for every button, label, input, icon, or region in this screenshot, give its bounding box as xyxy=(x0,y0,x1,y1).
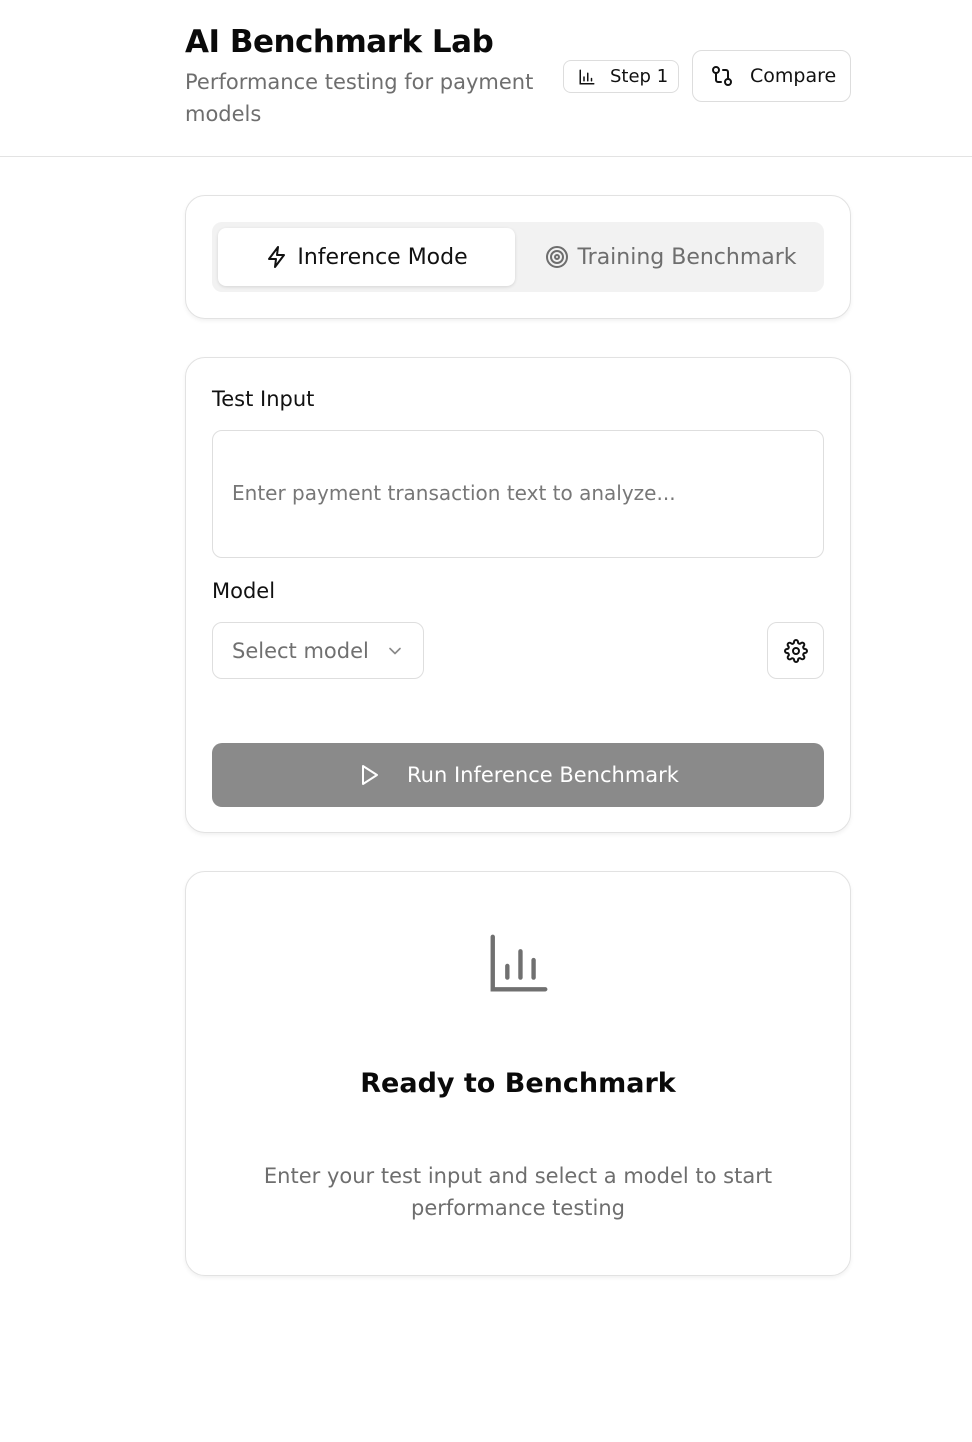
test-input-field[interactable]: Enter payment transaction text to analyz… xyxy=(212,430,824,558)
git-compare-icon xyxy=(712,66,732,86)
tab-label: Inference Mode xyxy=(297,244,468,270)
play-icon xyxy=(362,765,379,785)
run-inference-button[interactable]: Run Inference Benchmark xyxy=(212,743,824,807)
step-label: Step 1 xyxy=(610,66,669,87)
empty-state-title: Ready to Benchmark xyxy=(360,1068,676,1099)
page-subtitle: Performance testing for payment models xyxy=(185,70,534,126)
zap-icon xyxy=(268,246,286,268)
chevron-down-icon xyxy=(389,647,401,654)
app-header: AI Benchmark Lab Performance testing for… xyxy=(0,0,972,157)
tab-label: Training Benchmark xyxy=(577,244,797,270)
compare-button[interactable]: Compare xyxy=(692,50,851,102)
settings-button[interactable] xyxy=(767,622,824,679)
model-select-value: Select model xyxy=(232,638,369,663)
compare-label: Compare xyxy=(750,65,837,87)
gear-icon xyxy=(783,638,808,663)
mode-tabs: Inference Mode Training Benchmark xyxy=(212,222,824,292)
tab-training-benchmark[interactable]: Training Benchmark xyxy=(518,228,824,286)
mode-card: Inference Mode Training Benchmark xyxy=(185,195,851,319)
test-input-label: Test Input xyxy=(212,387,315,411)
benchmark-form-card: Test Input Enter payment transaction tex… xyxy=(185,357,851,833)
target-icon xyxy=(546,246,569,268)
model-label: Model xyxy=(212,579,276,603)
tab-inference-mode[interactable]: Inference Mode xyxy=(218,228,515,286)
bar-chart-icon xyxy=(490,934,548,992)
step-button[interactable]: Step 1 xyxy=(563,60,679,93)
run-button-label: Run Inference Benchmark xyxy=(407,763,679,787)
bar-chart-icon xyxy=(579,69,595,84)
empty-state-description: Enter your test input and select a model… xyxy=(263,1164,773,1220)
model-select[interactable]: Select model xyxy=(212,622,424,679)
page-title: AI Benchmark Lab xyxy=(185,24,494,60)
empty-state-card: Ready to Benchmark Enter your test input… xyxy=(185,871,851,1276)
